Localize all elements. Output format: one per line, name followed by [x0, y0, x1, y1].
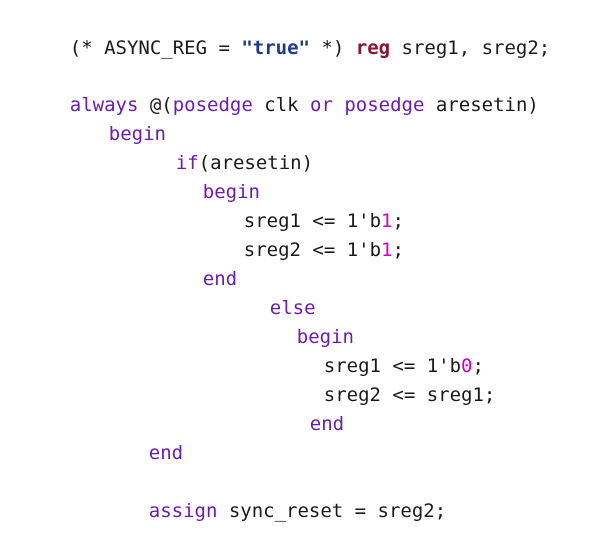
keyword: assign: [148, 500, 218, 522]
string-literal: "true": [241, 37, 310, 59]
code-token: (* ASYNC_REG =: [69, 37, 242, 59]
code-editor: (* ASYNC_REG = "true" *) reg sreg1, sreg…: [0, 0, 591, 522]
keyword: end: [309, 413, 345, 435]
code-token: sync_reset = sreg2;: [217, 500, 447, 522]
code-token: aresetin): [424, 94, 539, 116]
code-token: sreg2 <= 1'b: [243, 239, 382, 261]
code-line-assign: assign sync_reset = sreg2;: [103, 475, 446, 547]
number-literal: 1: [381, 239, 393, 261]
reg-keyword: reg: [355, 37, 391, 59]
code-token: sreg2 <= sreg1;: [323, 384, 496, 406]
code-token: clk: [252, 94, 311, 116]
code-token: ;: [392, 239, 404, 261]
code-token: *): [310, 37, 356, 59]
keyword: or: [310, 94, 333, 116]
code-line-end-else: end: [264, 388, 344, 460]
keyword: posedge: [344, 94, 425, 116]
keyword: end: [148, 442, 184, 464]
code-token: sreg1, sreg2;: [390, 37, 551, 59]
keyword: posedge: [172, 94, 253, 116]
